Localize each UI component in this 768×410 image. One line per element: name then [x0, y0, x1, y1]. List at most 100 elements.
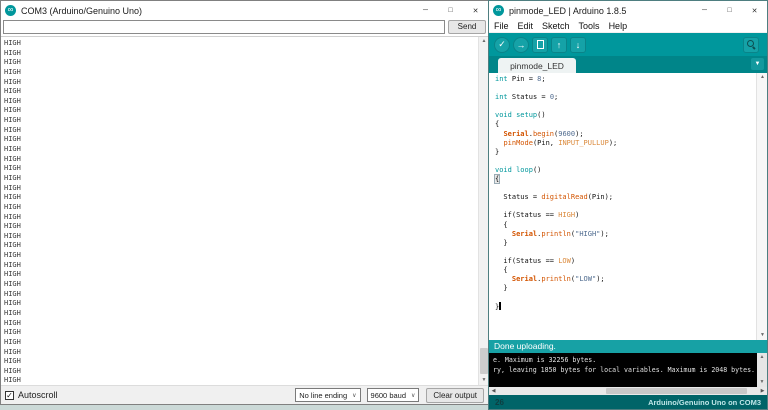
maximize-icon[interactable]: □ — [717, 1, 742, 20]
close-icon[interactable]: ✕ — [742, 1, 767, 20]
serial-monitor-title: COM3 (Arduino/Genuino Uno) — [21, 6, 142, 16]
scroll-up-icon[interactable]: ▲ — [479, 37, 488, 46]
close-icon[interactable]: ✕ — [463, 1, 488, 20]
serial-output-line: HIGH — [4, 87, 476, 97]
scroll-left-icon[interactable]: ◀ — [489, 387, 498, 395]
autoscroll-checkbox[interactable]: ✓ — [5, 391, 14, 400]
code-line — [495, 102, 754, 111]
save-button[interactable]: ↓ — [570, 37, 586, 53]
scroll-down-icon[interactable]: ▼ — [479, 376, 488, 385]
upload-button[interactable]: → — [513, 37, 529, 53]
serial-output-line: HIGH — [4, 309, 476, 319]
code-line: Serial.begin(9600); — [495, 130, 754, 139]
baud-rate-select[interactable]: 9600 baud ∨ — [367, 388, 420, 402]
verify-button[interactable]: ✓ — [494, 37, 510, 53]
code-line — [495, 248, 754, 257]
serial-output-line: HIGH — [4, 203, 476, 213]
scroll-down-icon[interactable]: ▼ — [757, 331, 767, 340]
scroll-up-icon[interactable]: ▲ — [757, 353, 767, 362]
serial-output-line: HIGH — [4, 155, 476, 165]
serial-output-line: HIGH — [4, 126, 476, 136]
menu-tools[interactable]: Tools — [579, 21, 600, 31]
ide-title: pinmode_LED | Arduino 1.8.5 — [509, 6, 626, 16]
code-line: if(Status == HIGH) — [495, 211, 754, 220]
send-row: Send — [3, 20, 486, 35]
serial-monitor-titlebar: ∞ COM3 (Arduino/Genuino Uno) ─ □ ✕ — [1, 1, 488, 20]
serial-output-line: HIGH — [4, 280, 476, 290]
maximize-icon[interactable]: □ — [438, 1, 463, 20]
serial-output-line: HIGH — [4, 213, 476, 223]
hscrollbar-thumb[interactable] — [606, 388, 747, 394]
arduino-logo-icon: ∞ — [5, 5, 16, 16]
serial-output-line: HIGH — [4, 106, 476, 116]
serial-output-line: HIGH — [4, 232, 476, 242]
ide-status-bar: 26 Arduino/Genuino Uno on COM3 — [489, 395, 767, 409]
code-line — [495, 202, 754, 211]
code-line: Serial.println("HIGH"); — [495, 230, 754, 239]
code-line: } — [495, 239, 754, 248]
clear-output-button[interactable]: Clear output — [426, 388, 484, 403]
new-document-icon — [537, 40, 544, 49]
serial-output-line: HIGH — [4, 222, 476, 232]
code-editor[interactable]: int Pin = 8;int Status = 0;void setup(){… — [489, 73, 767, 340]
serial-monitor-footer: ✓ Autoscroll No line ending ∨ 9600 baud … — [1, 385, 488, 404]
menu-edit[interactable]: Edit — [518, 21, 534, 31]
ide-titlebar: ∞ pinmode_LED | Arduino 1.8.5 ─ □ ✕ — [489, 1, 767, 20]
serial-output-line: HIGH — [4, 376, 476, 385]
menu-help[interactable]: Help — [609, 21, 628, 31]
serial-output-line: HIGH — [4, 97, 476, 107]
serial-output-line: HIGH — [4, 319, 476, 329]
tab-pinmode-led[interactable]: pinmode_LED — [498, 58, 576, 73]
serial-send-input[interactable] — [3, 20, 445, 34]
ide-window-controls: ─ □ ✕ — [692, 1, 767, 20]
new-sketch-button[interactable] — [532, 37, 548, 53]
caret-line-number: 26 — [495, 398, 504, 407]
code-line: } — [495, 148, 754, 157]
serial-output-line: HIGH — [4, 270, 476, 280]
minimize-icon[interactable]: ─ — [413, 1, 438, 20]
editor-scrollbar[interactable]: ▲ ▼ — [756, 73, 767, 340]
code-line: int Pin = 8; — [495, 75, 754, 84]
scroll-down-icon[interactable]: ▼ — [757, 378, 767, 387]
serial-output-line: HIGH — [4, 58, 476, 68]
console-line: ry, leaving 1850 bytes for local variabl… — [493, 366, 756, 376]
line-ending-select[interactable]: No line ending ∨ — [295, 388, 360, 402]
menu-sketch[interactable]: Sketch — [542, 21, 570, 31]
code-line: Status = digitalRead(Pin); — [495, 193, 754, 202]
serial-scrollbar[interactable]: ▲ ▼ — [478, 37, 488, 385]
code-line: { — [495, 175, 754, 184]
scroll-right-icon[interactable]: ▶ — [758, 387, 767, 395]
tab-menu-button[interactable]: ▼ — [751, 58, 764, 70]
ide-toolbar: ✓→ ↑↓ — [489, 33, 767, 56]
console-scrollbar[interactable]: ▲ ▼ — [757, 353, 767, 387]
serial-scrollbar-thumb[interactable] — [480, 348, 488, 374]
code-line: { — [495, 266, 754, 275]
console-hscrollbar[interactable]: ◀ ▶ — [489, 387, 767, 395]
menu-file[interactable]: File — [494, 21, 509, 31]
open-button[interactable]: ↑ — [551, 37, 567, 53]
serial-output-line: HIGH — [4, 116, 476, 126]
serial-output-area: HIGHHIGHHIGHHIGHHIGHHIGHHIGHHIGHHIGHHIGH… — [4, 39, 476, 385]
serial-output-line: HIGH — [4, 261, 476, 271]
serial-monitor-button[interactable] — [743, 37, 759, 53]
scroll-up-icon[interactable]: ▲ — [757, 73, 767, 82]
baud-rate-value: 9600 baud — [371, 391, 406, 400]
serial-output-line: HIGH — [4, 348, 476, 358]
code-line: if(Status == LOW) — [495, 257, 754, 266]
serial-output-line: HIGH — [4, 241, 476, 251]
minimize-icon[interactable]: ─ — [692, 1, 717, 20]
code-line: int Status = 0; — [495, 93, 754, 102]
serial-window-controls: ─ □ ✕ — [413, 1, 488, 20]
serial-output-line: HIGH — [4, 338, 476, 348]
build-console: e. Maximum is 32256 bytes.ry, leaving 18… — [489, 353, 767, 387]
send-button[interactable]: Send — [448, 20, 486, 34]
serial-output-line: HIGH — [4, 290, 476, 300]
code-line: { — [495, 120, 754, 129]
serial-output-line: HIGH — [4, 251, 476, 261]
tab-bar: pinmode_LED ▼ — [489, 56, 767, 73]
serial-output-line: HIGH — [4, 78, 476, 88]
upload-status-message: Done uploading. — [494, 341, 556, 351]
serial-output-line: HIGH — [4, 193, 476, 203]
serial-output-line: HIGH — [4, 328, 476, 338]
upload-status-bar: Done uploading. — [489, 340, 767, 353]
